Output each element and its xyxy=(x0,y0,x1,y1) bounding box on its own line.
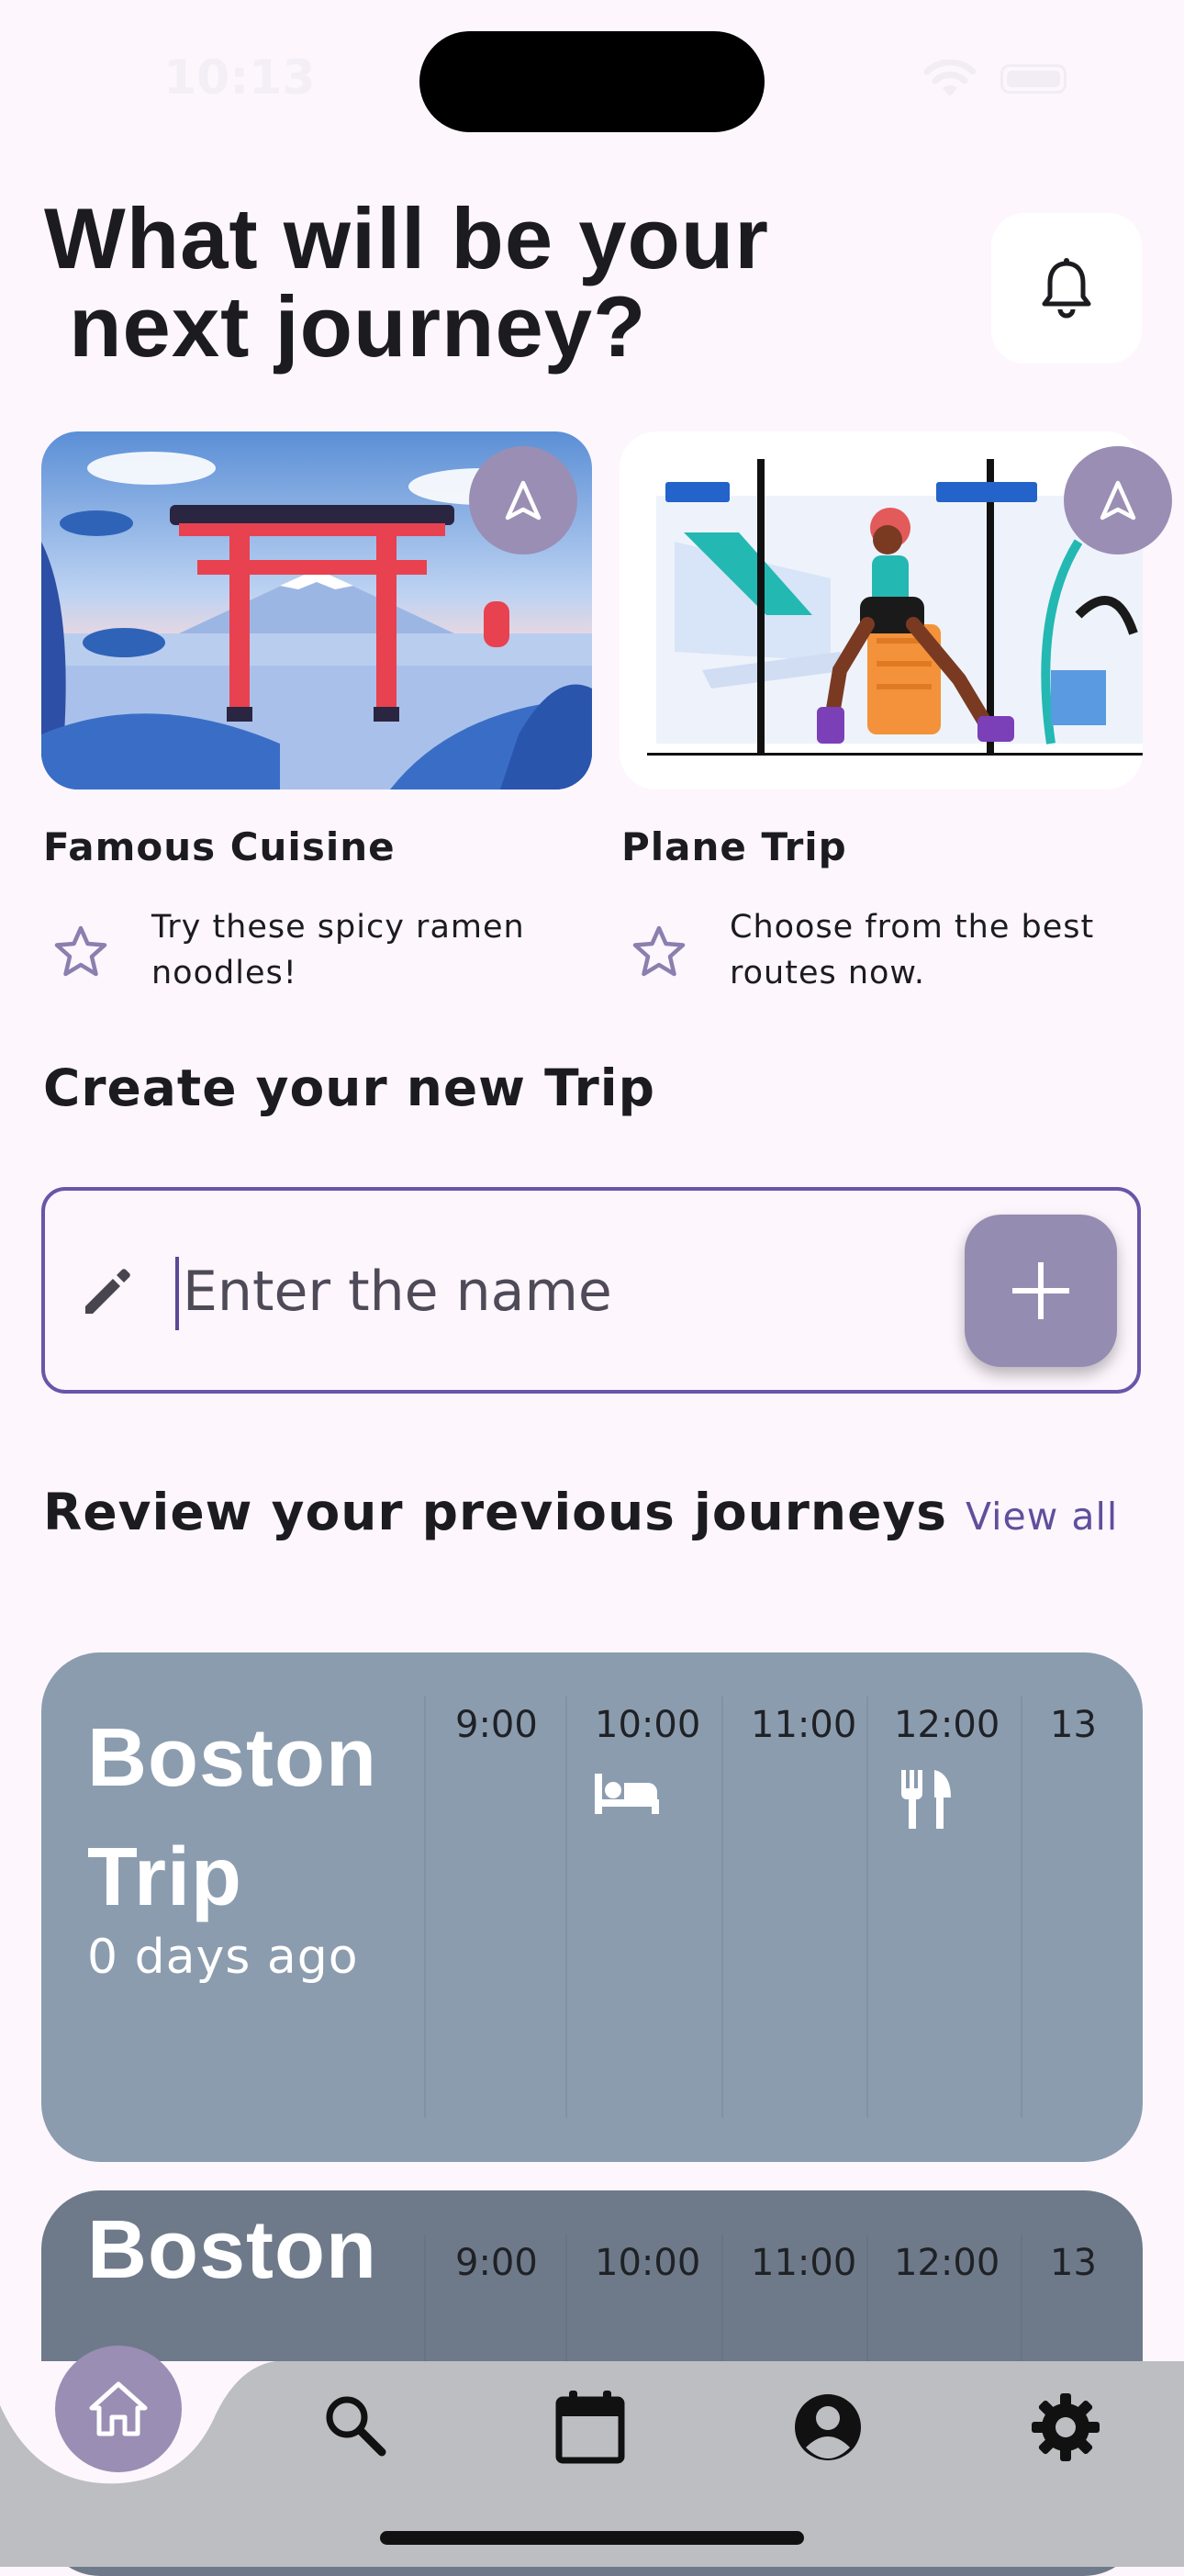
timeline-slot: 12:00 xyxy=(866,1697,1022,2118)
cutlery-icon xyxy=(901,1770,951,1829)
battery-icon xyxy=(1000,64,1067,94)
dynamic-island xyxy=(419,31,765,132)
page-title: What will be your next journey? xyxy=(44,190,769,375)
trip-name-field[interactable] xyxy=(41,1187,1141,1394)
time-label: 11:00 xyxy=(751,2242,857,2284)
time-label: 10:00 xyxy=(595,1704,701,1746)
card-title: Famous Cuisine xyxy=(43,824,396,869)
star-outline-icon xyxy=(632,925,686,977)
trip-name-input[interactable] xyxy=(177,1246,981,1338)
journey-name: Boston Trip xyxy=(87,1712,377,1923)
time-label: 13 xyxy=(1050,2242,1097,2284)
plus-icon xyxy=(1012,1262,1069,1319)
journey-ago: 0 days ago xyxy=(87,1930,359,1985)
airport-traveler-illustration xyxy=(620,431,1143,790)
timeline-slot: 9:00 xyxy=(424,1697,567,2118)
create-trip-heading: Create your new Trip xyxy=(43,1058,655,1117)
view-all-link[interactable]: View all xyxy=(966,1495,1118,1539)
journey-timeline: 9:00 10:00 11:00 12:00 13 xyxy=(424,1652,1143,2162)
navigation-arrow-icon xyxy=(505,480,542,521)
journey-card[interactable]: Boston Trip 0 days ago 9:00 10:00 11:00 … xyxy=(41,1652,1143,2162)
time-label: 11:00 xyxy=(751,1704,857,1746)
timeline-slot: 13 xyxy=(1021,1697,1143,2118)
star-outline-icon xyxy=(54,925,107,977)
settings-icon[interactable] xyxy=(1030,2391,1101,2463)
time-label: 12:00 xyxy=(894,1704,1000,1746)
timeline-slot: 11:00 xyxy=(721,1697,868,2118)
home-indicator xyxy=(380,2531,804,2545)
card-description: Choose from the best routes now. xyxy=(730,909,1095,991)
search-icon[interactable] xyxy=(321,2391,387,2458)
time-label: 9:00 xyxy=(455,1704,538,1746)
nav-home-button[interactable] xyxy=(55,2346,182,2472)
bed-icon xyxy=(595,1774,659,1814)
account-icon[interactable] xyxy=(793,2392,863,2462)
card-title: Plane Trip xyxy=(621,824,847,869)
timeline-slot: 10:00 xyxy=(565,1697,723,2118)
time-label: 13 xyxy=(1050,1704,1097,1746)
previous-journeys-heading: Review your previous journeys xyxy=(43,1483,947,1541)
notifications-button[interactable] xyxy=(991,213,1142,364)
navigate-button[interactable] xyxy=(1064,446,1172,554)
journey-name: Boston xyxy=(87,2204,377,2296)
bell-icon xyxy=(1042,258,1091,319)
time-label: 10:00 xyxy=(595,2242,701,2284)
card-description: Try these spicy ramen noodles! xyxy=(151,909,525,991)
wifi-icon xyxy=(923,59,977,102)
calendar-icon[interactable] xyxy=(554,2389,626,2464)
pencil-icon xyxy=(85,1269,130,1314)
add-trip-button[interactable] xyxy=(965,1215,1117,1367)
navigate-button[interactable] xyxy=(469,446,577,554)
status-time: 10:13 xyxy=(163,50,316,106)
navigation-arrow-icon xyxy=(1100,480,1136,521)
time-label: 12:00 xyxy=(894,2242,1000,2284)
time-label: 9:00 xyxy=(455,2242,538,2284)
home-icon xyxy=(89,2381,148,2436)
